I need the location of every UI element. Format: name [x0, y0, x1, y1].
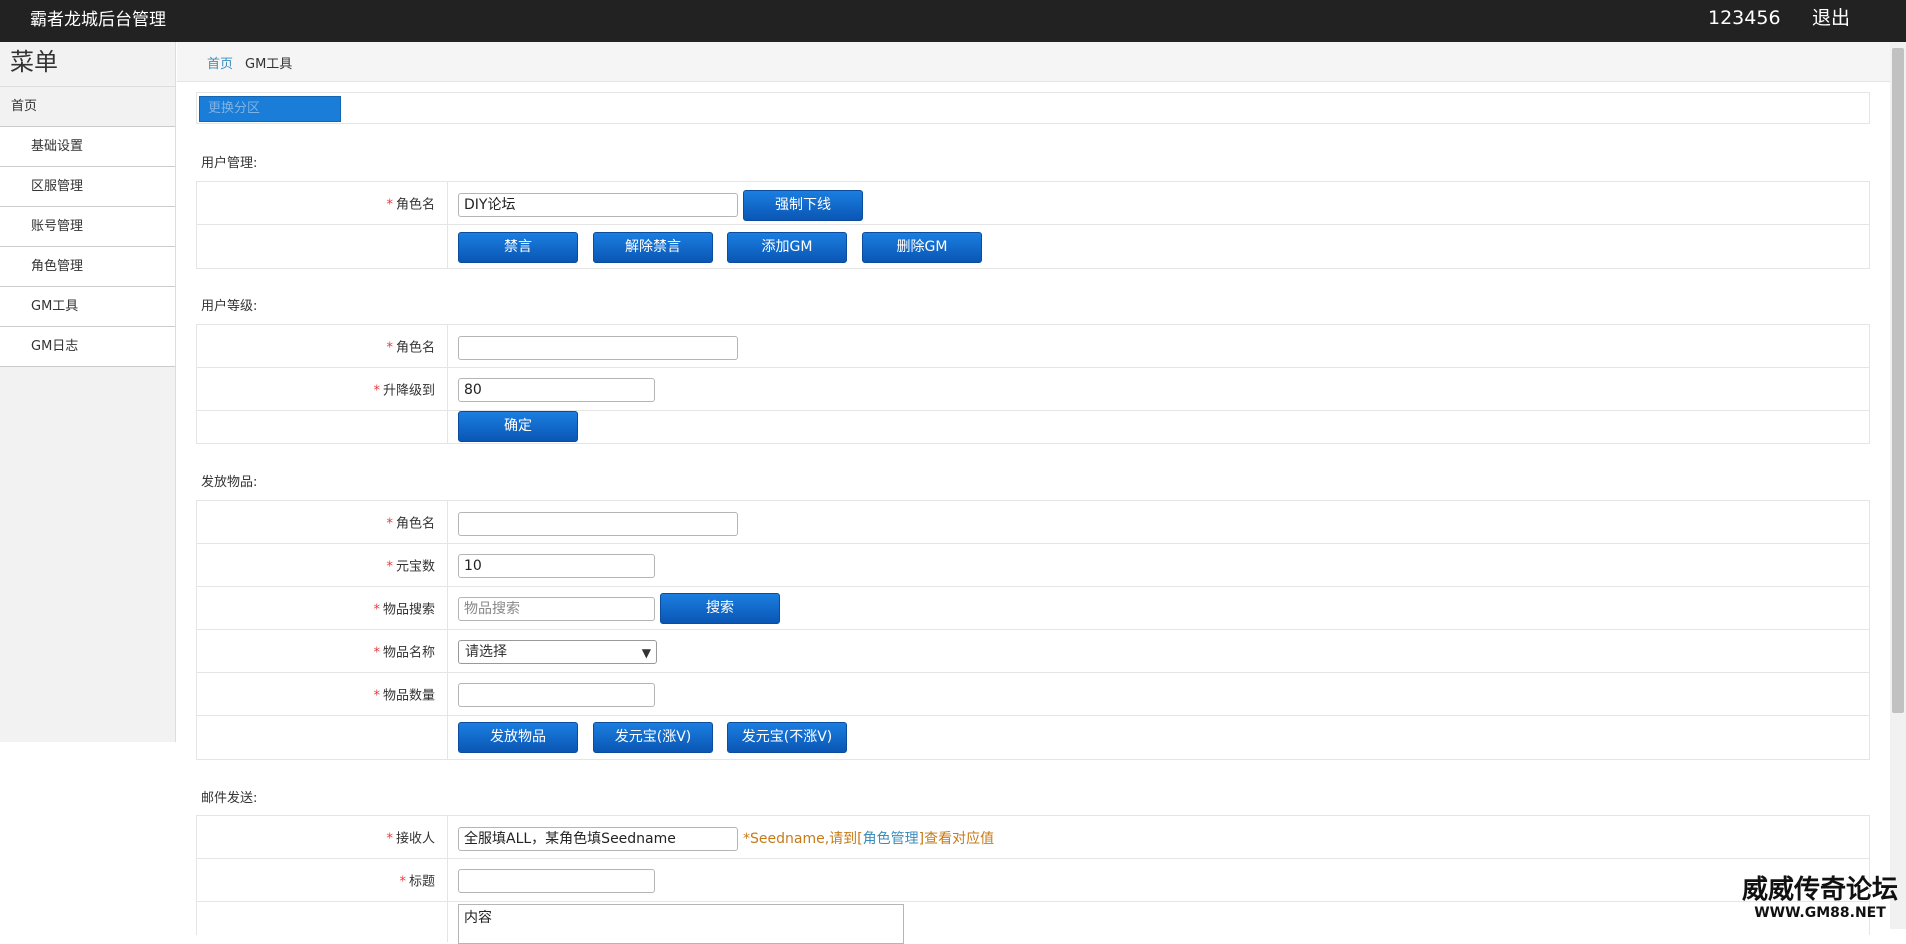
watermark: 威威传奇论坛 WWW.GM88.NET	[1740, 875, 1900, 921]
items-role-name-input[interactable]	[458, 512, 738, 536]
item-quantity-input[interactable]	[458, 683, 655, 707]
level-target-label: 升降级到	[382, 383, 435, 399]
receiver-hint: *Seedname,请到[角色管理]查看对应值	[743, 831, 995, 847]
sidebar-item-account-management[interactable]: 账号管理	[0, 207, 175, 247]
receiver-label: 接收人	[395, 831, 435, 847]
watermark-title: 威威传奇论坛	[1741, 875, 1898, 905]
level-role-name-input[interactable]	[458, 336, 738, 360]
form-row-item-name: * 物品名称 请选择 ▼	[197, 630, 1869, 673]
force-offline-button[interactable]: 强制下线	[743, 190, 863, 221]
mute-button[interactable]: 禁言	[458, 232, 578, 263]
role-name-label: 角色名	[395, 197, 435, 213]
logout-link[interactable]: 退出	[1812, 6, 1850, 30]
item-name-selected: 请选择	[465, 644, 507, 660]
breadcrumb: 首页 GM工具	[177, 42, 1890, 82]
sidebar-item-gm-tools[interactable]: GM工具	[0, 287, 175, 327]
form-row-item-actions: 发放物品 发元宝(涨V) 发元宝(不涨V)	[197, 716, 1869, 759]
section-user-level: 用户等级:	[201, 299, 258, 314]
give-yuanbao-no-v-button[interactable]: 发元宝(不涨V)	[727, 722, 847, 753]
delete-gm-button[interactable]: 删除GM	[862, 232, 982, 263]
role-name-input[interactable]: DIY论坛	[458, 193, 738, 217]
watermark-url: WWW.GM88.NET	[1754, 905, 1886, 921]
give-items-button[interactable]: 发放物品	[458, 722, 578, 753]
change-region-button[interactable]: 更换分区	[199, 96, 341, 122]
form-row-level-confirm: 确定	[197, 411, 1869, 443]
unmute-button[interactable]: 解除禁言	[593, 232, 713, 263]
mail-form: * 接收人 全服填ALL，某角色填Seedname *Seedname,请到[角色…	[196, 815, 1870, 944]
form-row-mail-content: 内容	[197, 902, 1869, 944]
sidebar-item-basic-settings[interactable]: 基础设置	[0, 127, 175, 167]
item-quantity-label: 物品数量	[382, 688, 435, 704]
level-confirm-button[interactable]: 确定	[458, 411, 578, 442]
give-items-form: * 角色名 * 元宝数 10 * 物品搜索 物品搜索 搜索 * 物品名称 请选择 ▼ * 物…	[196, 500, 1870, 760]
role-management-link[interactable]: 角色管理	[863, 831, 919, 847]
region-row: 更换分区	[196, 92, 1870, 124]
breadcrumb-home-link[interactable]: 首页	[207, 53, 233, 72]
items-role-name-label: 角色名	[395, 516, 435, 532]
form-row-item-search: * 物品搜索 物品搜索 搜索	[197, 587, 1869, 630]
breadcrumb-current: GM工具	[245, 57, 293, 72]
current-user: 123456	[1708, 7, 1781, 29]
sidebar: 菜单 首页 基础设置 区服管理 账号管理 角色管理 GM工具 GM日志	[0, 42, 176, 742]
mail-title-input[interactable]	[458, 869, 655, 893]
give-yuanbao-v-button[interactable]: 发元宝(涨V)	[593, 722, 713, 753]
item-search-button[interactable]: 搜索	[660, 593, 780, 624]
user-level-form: * 角色名 * 升降级到 80 确定	[196, 324, 1870, 444]
form-row-level-role-name: * 角色名	[197, 325, 1869, 368]
sidebar-item-gm-log[interactable]: GM日志	[0, 327, 175, 367]
form-row-role-name: * 角色名 DIY论坛 强制下线	[197, 182, 1869, 225]
item-name-select[interactable]: 请选择 ▼	[458, 640, 657, 664]
scrollbar-thumb[interactable]	[1892, 48, 1904, 713]
section-give-items: 发放物品:	[201, 475, 258, 490]
form-row-mail-title: * 标题	[197, 859, 1869, 902]
sidebar-item-role-management[interactable]: 角色管理	[0, 247, 175, 287]
sidebar-menu-title: 菜单	[0, 42, 175, 87]
section-user-management: 用户管理:	[201, 156, 258, 171]
receiver-input[interactable]: 全服填ALL，某角色填Seedname	[458, 827, 738, 851]
add-gm-button[interactable]: 添加GM	[727, 232, 847, 263]
sidebar-item-home[interactable]: 首页	[0, 87, 175, 127]
section-mail: 邮件发送:	[201, 791, 258, 806]
form-row-items-role-name: * 角色名	[197, 501, 1869, 544]
form-row-item-quantity: * 物品数量	[197, 673, 1869, 716]
level-role-name-label: 角色名	[395, 340, 435, 356]
form-row-yuanbao: * 元宝数 10	[197, 544, 1869, 587]
chevron-down-icon: ▼	[641, 646, 651, 660]
sidebar-item-server-management[interactable]: 区服管理	[0, 167, 175, 207]
form-row-user-actions: 禁言 解除禁言 添加GM 删除GM	[197, 225, 1869, 268]
app-title: 霸者龙城后台管理	[30, 10, 166, 30]
yuanbao-input[interactable]: 10	[458, 554, 655, 578]
level-target-input[interactable]: 80	[458, 378, 655, 402]
top-bar: 霸者龙城后台管理 123456 退出	[0, 0, 1906, 42]
user-management-form: * 角色名 DIY论坛 强制下线 禁言 解除禁言 添加GM 删除GM	[196, 181, 1870, 269]
form-row-receiver: * 接收人 全服填ALL，某角色填Seedname *Seedname,请到[角色…	[197, 816, 1869, 859]
form-row-level-target: * 升降级到 80	[197, 368, 1869, 411]
item-name-label: 物品名称	[382, 645, 435, 661]
page-scrollbar[interactable]	[1890, 42, 1906, 929]
item-search-label: 物品搜索	[382, 602, 435, 618]
yuanbao-label: 元宝数	[395, 559, 435, 575]
mail-content-textarea[interactable]: 内容	[458, 904, 904, 944]
item-search-input[interactable]: 物品搜索	[458, 597, 655, 621]
mail-title-label: 标题	[408, 874, 435, 890]
